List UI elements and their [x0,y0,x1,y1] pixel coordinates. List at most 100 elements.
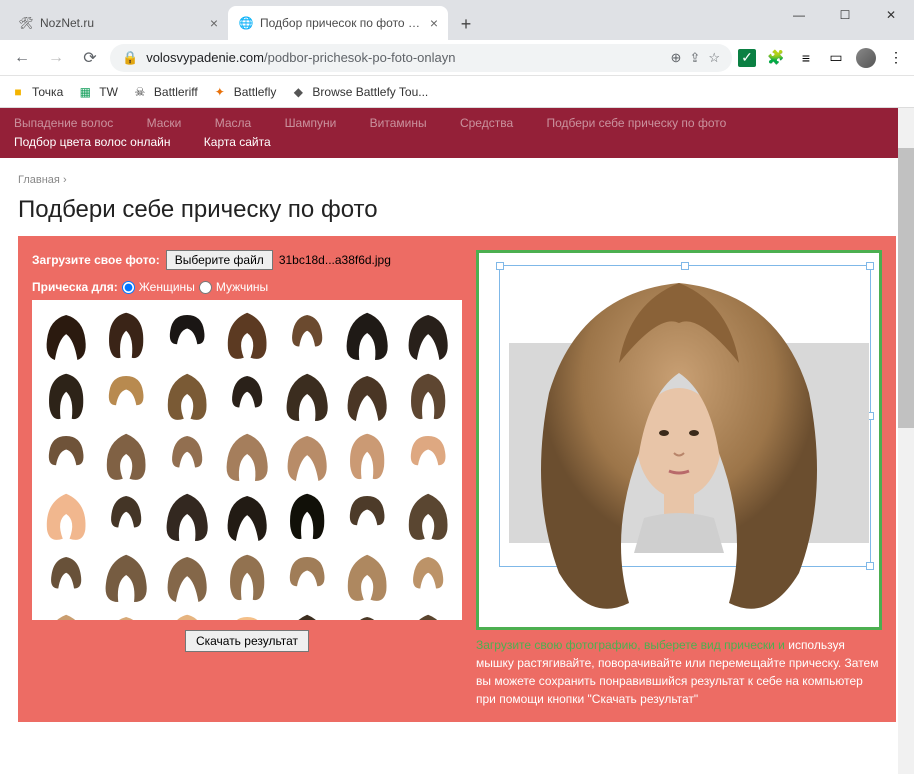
handle-icon[interactable] [866,562,874,570]
handle-icon[interactable] [866,262,874,270]
hairstyle-tool: Загрузите свое фото: Выберите файл 31bc1… [18,236,896,722]
hairstyle-option[interactable] [400,487,456,543]
tabview-icon[interactable]: ▭ [826,48,846,68]
site-navbar: Выпадение волос Маски Масла Шампуни Вита… [0,108,914,158]
hairstyle-grid[interactable] [32,300,462,620]
hairstyle-option[interactable] [279,608,335,621]
nav-item[interactable]: Витамины [370,114,427,133]
avatar[interactable] [856,48,876,68]
scrollbar-thumb[interactable] [898,148,914,428]
readlist-icon[interactable]: ≡ [796,48,816,68]
choose-file-button[interactable]: Выберите файл [166,250,273,270]
check-ext-icon[interactable]: ✓ [738,49,756,67]
hairstyle-option[interactable] [339,487,395,543]
hairstyle-option[interactable] [279,487,335,543]
menu-icon[interactable]: ⋮ [886,48,906,68]
hairstyle-option[interactable] [38,608,94,621]
bookmark-battleriff[interactable]: ☠Battleriff [132,84,198,100]
hairstyle-option[interactable] [98,608,154,621]
hairstyle-option[interactable] [339,548,395,604]
bookmark-tw[interactable]: ▦TW [77,84,118,100]
nav-item[interactable]: Подбери себе прическу по фото [546,114,726,133]
radio-women-label[interactable]: Женщины [139,280,195,294]
hairstyle-option[interactable] [98,487,154,543]
hairstyle-option[interactable] [400,548,456,604]
tab-active[interactable]: 🌐 Подбор причесок по фото онла × [228,6,448,40]
hairstyle-option[interactable] [279,367,335,423]
hair-overlay[interactable] [509,273,849,630]
hairstyle-option[interactable] [159,427,215,483]
hairstyle-option[interactable] [98,306,154,362]
hairstyle-option[interactable] [400,608,456,621]
search-icon[interactable]: ⊕ [671,50,682,66]
radio-men[interactable] [199,281,212,294]
share-icon[interactable]: ⇪ [689,50,700,66]
hairstyle-option[interactable] [38,427,94,483]
close-icon[interactable]: × [210,15,218,31]
hairstyle-option[interactable] [38,306,94,362]
nav-item[interactable]: Масла [215,114,251,133]
bookmark-icon: ▦ [77,84,93,100]
tab-inactive[interactable]: 🛠 NozNet.ru × [8,6,228,40]
maximize-button[interactable]: ☐ [822,0,868,30]
hairstyle-option[interactable] [98,548,154,604]
hairstyle-option[interactable] [159,487,215,543]
hairstyle-option[interactable] [98,427,154,483]
hairstyle-option[interactable] [279,427,335,483]
bookmark-battlefly[interactable]: ✦Battlefly [212,84,277,100]
download-button[interactable]: Скачать результат [185,630,309,652]
nav-item[interactable]: Карта сайта [204,133,271,152]
close-button[interactable]: ✕ [868,0,914,30]
hairstyle-option[interactable] [219,306,275,362]
nav-item[interactable]: Средства [460,114,513,133]
star-icon[interactable]: ☆ [708,50,720,66]
close-icon[interactable]: × [430,15,438,31]
new-tab-button[interactable]: + [452,10,480,38]
hairstyle-option[interactable] [339,608,395,621]
bookmark-battlefy[interactable]: ◆Browse Battlefy Tou... [290,84,428,100]
nav-item[interactable]: Шампуни [285,114,337,133]
reload-button[interactable]: ⟳ [76,44,104,72]
hairstyle-option[interactable] [38,548,94,604]
hairstyle-option[interactable] [279,306,335,362]
hairstyle-option[interactable] [400,306,456,362]
hairstyle-option[interactable] [400,367,456,423]
hairstyle-option[interactable] [339,367,395,423]
page-scrollbar[interactable] [898,108,914,774]
nav-item[interactable]: Подбор цвета волос онлайн [14,133,170,152]
nav-item[interactable]: Выпадение волос [14,114,113,133]
hairstyle-option[interactable] [159,306,215,362]
forward-button[interactable]: → [42,44,70,72]
hairstyle-option[interactable] [159,367,215,423]
hairstyle-option[interactable] [400,427,456,483]
nav-item[interactable]: Маски [147,114,182,133]
upload-label: Загрузите свое фото: [32,253,160,267]
hairstyle-option[interactable] [219,367,275,423]
hairstyle-option[interactable] [38,367,94,423]
hairstyle-option[interactable] [219,548,275,604]
hairstyle-option[interactable] [219,608,275,621]
page-viewport[interactable]: Выпадение волос Маски Масла Шампуни Вита… [0,108,914,774]
radio-women[interactable] [122,281,135,294]
preview-canvas[interactable] [476,250,882,630]
breadcrumb-home[interactable]: Главная [18,174,60,186]
puzzle-icon[interactable]: 🧩 [766,48,786,68]
handle-icon[interactable] [496,262,504,270]
hairstyle-option[interactable] [159,608,215,621]
hairstyle-option[interactable] [219,427,275,483]
window-controls: — ☐ ✕ [776,0,914,30]
omnibox[interactable]: 🔒 volosvypadenie.com/podbor-prichesok-po… [110,44,732,72]
handle-icon[interactable] [681,262,689,270]
hairstyle-option[interactable] [159,548,215,604]
radio-men-label[interactable]: Мужчины [216,280,268,294]
instructions-text: Загрузите свою фотографию, выберете вид … [476,636,882,708]
minimize-button[interactable]: — [776,0,822,30]
bookmark-tochka[interactable]: ■Точка [10,84,63,100]
hairstyle-option[interactable] [339,427,395,483]
hairstyle-option[interactable] [219,487,275,543]
hairstyle-option[interactable] [279,548,335,604]
back-button[interactable]: ← [8,44,36,72]
hairstyle-option[interactable] [98,367,154,423]
hairstyle-option[interactable] [38,487,94,543]
hairstyle-option[interactable] [339,306,395,362]
